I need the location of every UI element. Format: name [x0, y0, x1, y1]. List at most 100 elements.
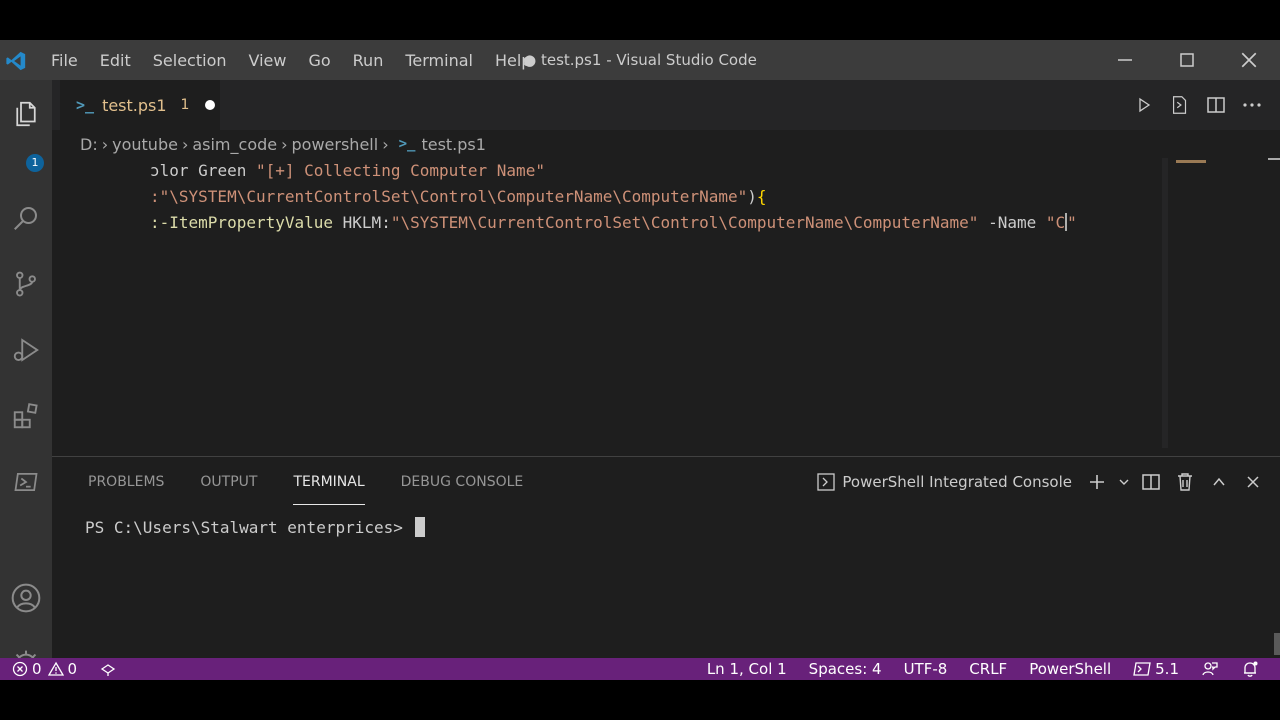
- menu-edit[interactable]: Edit: [89, 51, 142, 70]
- cursor-position[interactable]: Ln 1, Col 1: [707, 660, 787, 678]
- show-command-explorer-button[interactable]: [1162, 90, 1198, 120]
- new-terminal-button[interactable]: [1080, 467, 1114, 497]
- chevron-down-icon: [1119, 479, 1129, 485]
- code-token: :"\SYSTEM\CurrentControlSet\Control\Comp…: [150, 187, 748, 206]
- indentation[interactable]: Spaces: 4: [809, 660, 882, 678]
- warning-count: 0: [67, 660, 78, 678]
- ellipsis-icon: [1243, 103, 1261, 107]
- menu-help[interactable]: Help: [484, 51, 542, 70]
- source-control-icon: [16, 271, 36, 297]
- minimize-button[interactable]: [1094, 40, 1156, 80]
- breadcrumb-item[interactable]: powershell: [292, 135, 379, 154]
- code-token: ): [747, 187, 757, 206]
- code-token: Green: [198, 161, 256, 180]
- terminal-scrollbar[interactable]: [1274, 633, 1280, 655]
- line-content: :-ItemPropertyValue HKLM:"\SYSTEM\Curren…: [150, 210, 1162, 236]
- split-terminal-icon: [1142, 474, 1160, 490]
- maximize-panel-button[interactable]: [1202, 467, 1236, 497]
- bell-icon: [1244, 661, 1258, 677]
- minimize-icon: [1118, 59, 1132, 61]
- minimap[interactable]: [1168, 158, 1280, 448]
- trash-icon: [1178, 473, 1192, 491]
- breadcrumb-item[interactable]: D:: [80, 135, 98, 154]
- minimap-line: [1176, 160, 1206, 163]
- close-panel-button[interactable]: [1236, 467, 1270, 497]
- close-icon: [1241, 52, 1257, 68]
- language-mode[interactable]: PowerShell: [1029, 660, 1111, 678]
- menu-go[interactable]: Go: [297, 51, 341, 70]
- tab-test-ps1[interactable]: >_ test.ps1 1: [60, 80, 220, 130]
- breadcrumb: D: › youtube › asim_code › powershell › …: [80, 132, 486, 156]
- unsaved-dot-icon[interactable]: [205, 100, 216, 110]
- code-token: ɔlor: [150, 161, 199, 180]
- encoding[interactable]: UTF-8: [904, 660, 948, 678]
- tab-terminal[interactable]: TERMINAL: [293, 465, 365, 505]
- breadcrumb-item[interactable]: asim_code: [192, 135, 277, 154]
- feedback-button[interactable]: [1201, 660, 1219, 678]
- terminal-selector[interactable]: PowerShell Integrated Console: [816, 472, 1072, 492]
- breadcrumb-item[interactable]: test.ps1: [421, 135, 485, 154]
- code-line: 4: [52, 236, 1162, 262]
- extensions-button[interactable]: [8, 398, 44, 434]
- menu-view[interactable]: View: [238, 51, 298, 70]
- feedback-icon: [1202, 662, 1218, 676]
- terminal-prompt: PS C:\Users\Stalwart enterprices>: [85, 518, 413, 537]
- accounts-button[interactable]: [8, 580, 44, 616]
- command-explorer-icon: [1172, 96, 1187, 114]
- vscode-window: File Edit Selection View Go Run Terminal…: [0, 40, 1280, 680]
- chevron-right-icon: ›: [101, 134, 109, 154]
- activity-bar: 1: [0, 80, 52, 678]
- chevron-right-icon: ›: [382, 134, 389, 154]
- line-ending[interactable]: CRLF: [969, 660, 1007, 678]
- tab-problems[interactable]: PROBLEMS: [88, 465, 164, 505]
- run-button[interactable]: [1126, 90, 1162, 120]
- split-terminal-button[interactable]: [1134, 467, 1168, 497]
- search-button[interactable]: [8, 200, 44, 236]
- powershell-version-label: 5.1: [1155, 660, 1179, 678]
- close-icon: [1247, 476, 1259, 488]
- run-debug-icon: [13, 338, 39, 362]
- powershell-version[interactable]: 5.1: [1133, 660, 1179, 678]
- explorer-badge: 1: [26, 154, 44, 172]
- status-bar: 0 0 Ln 1, Col 1 Spaces: 4 UTF-8 CRLF Pow…: [0, 658, 1280, 680]
- more-actions-button[interactable]: [1234, 90, 1270, 120]
- title-bar: File Edit Selection View Go Run Terminal…: [0, 40, 1280, 80]
- powershell-button[interactable]: [8, 464, 44, 500]
- code-line: 2 :"\SYSTEM\CurrentControlSet\Control\Co…: [52, 184, 1162, 210]
- explorer-button[interactable]: [8, 96, 44, 132]
- kill-terminal-button[interactable]: [1168, 467, 1202, 497]
- tab-debug-console[interactable]: DEBUG CONSOLE: [401, 465, 524, 505]
- files-icon: [16, 101, 36, 127]
- menu-selection[interactable]: Selection: [142, 51, 238, 70]
- menu-terminal[interactable]: Terminal: [394, 51, 484, 70]
- maximize-button[interactable]: [1156, 40, 1218, 80]
- line-content: :"\SYSTEM\CurrentControlSet\Control\Comp…: [150, 184, 1162, 210]
- tab-label: test.ps1: [102, 95, 167, 115]
- overview-ruler-mark: [1268, 158, 1280, 160]
- menu-file[interactable]: File: [40, 51, 89, 70]
- line-tail: ": [1067, 213, 1077, 232]
- split-editor-button[interactable]: [1198, 90, 1234, 120]
- run-debug-button[interactable]: [8, 332, 44, 368]
- menu-run[interactable]: Run: [342, 51, 395, 70]
- chevron-right-icon: ›: [281, 134, 288, 154]
- tab-output[interactable]: OUTPUT: [200, 465, 257, 505]
- plus-icon: [1090, 475, 1104, 489]
- breadcrumb-item[interactable]: youtube: [112, 135, 178, 154]
- tab-problems-count: 1: [180, 97, 190, 113]
- powershell-icon: [14, 472, 38, 492]
- problems-status[interactable]: 0 0: [12, 660, 77, 678]
- chevron-up-icon: [1213, 477, 1225, 486]
- terminal-output[interactable]: PS C:\Users\Stalwart enterprices>: [85, 517, 425, 537]
- line-content: ɔlor Green "[+] Collecting Computer Name…: [150, 158, 1162, 184]
- notifications-button[interactable]: [1241, 660, 1259, 678]
- vscode-logo-icon[interactable]: [5, 50, 27, 72]
- play-icon: [1139, 97, 1151, 113]
- powershell-icon: [1133, 662, 1151, 676]
- source-control-button[interactable]: [8, 266, 44, 302]
- terminal-dropdown-button[interactable]: [1114, 467, 1134, 497]
- powershell-file-icon: >_: [76, 96, 95, 114]
- close-window-button[interactable]: [1218, 40, 1280, 80]
- code-editor[interactable]: 1 ɔlor Green "[+] Collecting Computer Na…: [52, 158, 1162, 448]
- live-share-button[interactable]: [99, 660, 117, 678]
